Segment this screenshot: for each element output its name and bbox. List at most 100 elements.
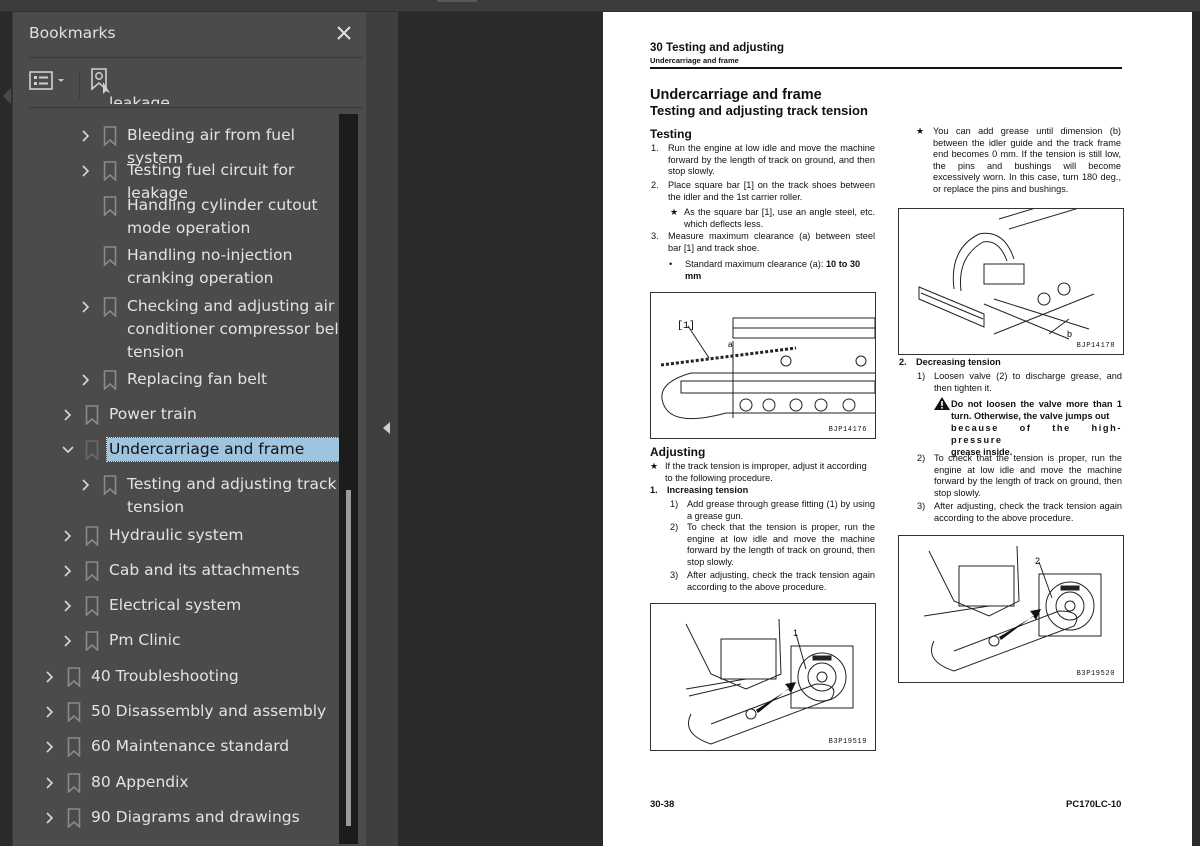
bookmark-item[interactable]: Testing fuel circuit for leakage [12,159,350,202]
bookmark-item[interactable]: 60 Maintenance standard [12,735,350,759]
bookmark-icon [67,702,81,723]
chevron-right-icon[interactable] [43,811,57,825]
bookmark-label: Handling no-injection cranking operation [127,246,293,287]
bookmark-item[interactable]: Replacing fan belt [12,368,350,392]
fig2-caption: BJP14178 [1076,342,1115,350]
chevron-right-icon[interactable] [61,408,75,422]
bookmark-scrollbar[interactable] [339,114,358,844]
bookmark-icon [85,596,99,617]
bookmark-label: Checking and adjusting air conditioner c… [127,297,345,361]
bookmark-label: Undercarriage and frame [106,437,350,462]
adjusting-heading: Adjusting [650,445,706,459]
chevron-right-icon[interactable] [79,373,93,387]
bookmark-item[interactable]: 50 Disassembly and assembly [12,700,350,724]
chevron-right-icon[interactable] [61,634,75,648]
bookmark-item[interactable]: Cab and its attachments [12,559,350,583]
bookmark-icon [103,126,117,147]
fig2-label-b: b [1067,329,1072,339]
bookmark-icon [85,405,99,426]
bookmark-item[interactable]: Checking and adjusting air conditioner c… [12,295,350,361]
bookmark-icon [103,246,117,267]
section-subtitle: Testing and adjusting track tension [650,103,868,118]
bookmark-icon [67,808,81,829]
bookmark-icon [103,196,117,217]
list-options-icon [29,71,64,90]
decreasing-heading: 2. Decreasing tension [899,357,1001,367]
bookmark-label: 80 Appendix [91,773,189,791]
bookmark-label: Handling cylinder cutout mode operation [127,196,318,237]
bookmark-item[interactable]: Handling no-injection cranking operation [12,244,350,287]
bookmark-label: Testing and adjusting track tension [127,475,337,516]
fig1-label-a: a [728,340,733,349]
warning-icon [934,397,950,413]
bookmark-item[interactable]: Handling cylinder cutout mode operation [12,194,350,237]
find-current-bookmark-icon [91,68,110,94]
scrollbar-thumb[interactable] [346,490,351,826]
chevron-right-icon[interactable] [61,599,75,613]
bookmark-label: Electrical system [109,596,242,614]
header-rule [650,67,1122,69]
bookmark-label: 60 Maintenance standard [91,737,290,755]
bookmark-item[interactable]: 80 Appendix [12,771,350,795]
panel-title: Bookmarks [29,24,116,42]
bookmark-item[interactable]: Testing and adjusting track tension [12,473,350,516]
bookmark-item[interactable]: Electrical system [12,594,350,618]
testing-heading: Testing [650,127,692,141]
top-tab-indicator [437,0,477,2]
figure-track-clearance: [1] a BJP14176 [650,292,876,439]
fig4-label: 2 [1035,556,1040,566]
pdf-page: 30 Testing and adjusting Undercarriage a… [603,12,1192,846]
chevron-right-icon[interactable] [61,564,75,578]
running-subhead: Undercarriage and frame [650,56,739,65]
fig1-label-bar: [1] [677,320,695,332]
decreasing-step-3: 3) After adjusting, check the track tensi… [917,501,1122,523]
bookmark-item[interactable]: Pm Clinic [12,629,350,653]
bookmark-item[interactable]: Undercarriage and frame [12,437,350,462]
bookmark-item[interactable]: 40 Troubleshooting [12,665,350,689]
section-title: Undercarriage and frame [650,87,822,103]
chevron-down-icon[interactable] [61,443,75,457]
chevron-right-icon[interactable] [79,129,93,143]
bookmark-label: 90 Diagrams and drawings [91,808,300,826]
chevron-right-icon[interactable] [43,740,57,754]
decreasing-step-1: 1) Loosen valve (2) to discharge grease, … [917,371,1122,393]
bookmark-item[interactable]: Power train [12,403,350,427]
chevron-right-icon[interactable] [79,478,93,492]
bookmark-icon [85,440,99,461]
bookmark-label: Replacing fan belt [127,370,268,388]
chevron-right-icon[interactable] [43,776,57,790]
close-panel-button[interactable] [333,22,355,44]
find-current-bookmark-button[interactable] [89,67,115,97]
decreasing-step-2: 2) To check that the tension is proper, r… [917,453,1122,498]
bookmark-icon [85,526,99,547]
collapse-panel-arrow-icon[interactable] [383,422,390,434]
testing-step-2: 2. Place square bar [1] on the track shoe… [651,180,875,202]
fig3-label: 1 [793,628,798,638]
bookmark-partial-item: leakage [109,96,170,104]
bookmark-options-button[interactable] [29,69,69,93]
chevron-right-icon[interactable] [79,164,93,178]
close-icon [337,26,351,40]
standard-clearance: • Standard maximum clearance (a): 10 to 3… [669,259,861,281]
figure-idler-dimension: b BJP14178 [898,188,1124,355]
dimension-b-note: ★ You can add grease until dimension (b) … [916,126,1121,194]
bookmark-icon [103,370,117,391]
running-head: 30 Testing and adjusting [650,42,784,54]
panel-splitter[interactable] [366,12,398,846]
figure-valve: 2 B3P19520 [898,535,1124,683]
bookmark-item[interactable]: Bleeding air from fuel system [12,124,350,167]
increasing-step-1: 1) Add grease through grease fitting (1) … [670,499,875,521]
bookmark-item[interactable]: 90 Diagrams and drawings [12,806,350,830]
model-number: PC170LC-10 [1066,799,1122,810]
chevron-right-icon[interactable] [43,705,57,719]
bookmark-label: Power train [109,405,197,423]
bookmark-icon [67,773,81,794]
page-number: 30-38 [650,799,675,810]
bookmark-tree: leakage Bleeding air from fuel systemTes… [12,96,350,846]
chevron-right-icon[interactable] [43,670,57,684]
chevron-right-icon[interactable] [61,529,75,543]
bookmark-icon [67,667,81,688]
bookmark-item[interactable]: Hydraulic system [12,524,350,548]
chevron-right-icon[interactable] [79,300,93,314]
grease-fitting-drawing: 1 [685,618,854,745]
